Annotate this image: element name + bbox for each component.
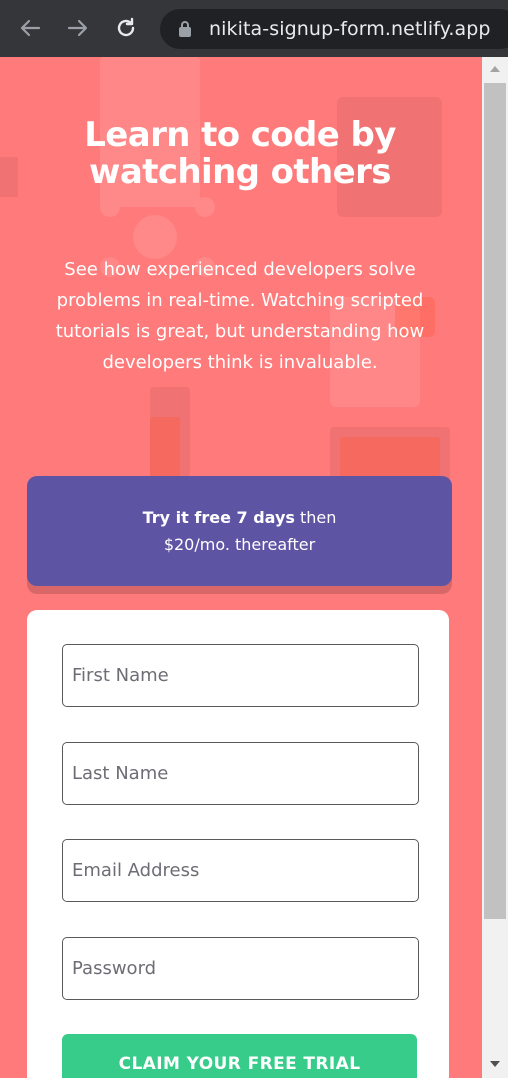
promo-rest-text: then bbox=[294, 508, 337, 527]
email-field[interactable] bbox=[62, 839, 419, 902]
hero-description: See how experienced developers solve pro… bbox=[55, 259, 425, 373]
last-name-field[interactable] bbox=[62, 742, 419, 805]
scrollbar-thumb[interactable] bbox=[484, 83, 506, 919]
vertical-scrollbar[interactable] bbox=[482, 57, 508, 1078]
promo-line-2: $20/mo. thereafter bbox=[163, 535, 316, 554]
scroll-up-arrow-icon[interactable] bbox=[490, 65, 500, 73]
promo-bold-text: Try it free 7 days bbox=[142, 508, 295, 527]
signup-form-card: CLAIM YOUR FREE TRIAL bbox=[27, 610, 449, 1078]
url-text: nikita-signup-form.netlify.app bbox=[209, 18, 491, 40]
hero-title: Learn to code by watching others bbox=[84, 115, 396, 192]
password-field[interactable] bbox=[62, 937, 419, 1000]
browser-toolbar: nikita-signup-form.netlify.app bbox=[0, 0, 508, 57]
page-viewport: Learn to code by watching others See how… bbox=[0, 57, 482, 1078]
forward-arrow-icon[interactable] bbox=[66, 16, 90, 40]
claim-free-trial-button[interactable]: CLAIM YOUR FREE TRIAL bbox=[62, 1034, 417, 1078]
address-bar[interactable]: nikita-signup-form.netlify.app bbox=[160, 9, 508, 49]
promo-line-1: Try it free 7 days then bbox=[143, 504, 337, 531]
first-name-field[interactable] bbox=[62, 644, 419, 707]
scroll-down-arrow-icon[interactable] bbox=[490, 1060, 500, 1068]
back-arrow-icon[interactable] bbox=[18, 16, 42, 40]
reload-icon[interactable] bbox=[114, 16, 138, 40]
lock-icon[interactable] bbox=[178, 20, 192, 38]
trial-promo-banner: Try it free 7 days then $20/mo. thereaft… bbox=[27, 476, 452, 586]
